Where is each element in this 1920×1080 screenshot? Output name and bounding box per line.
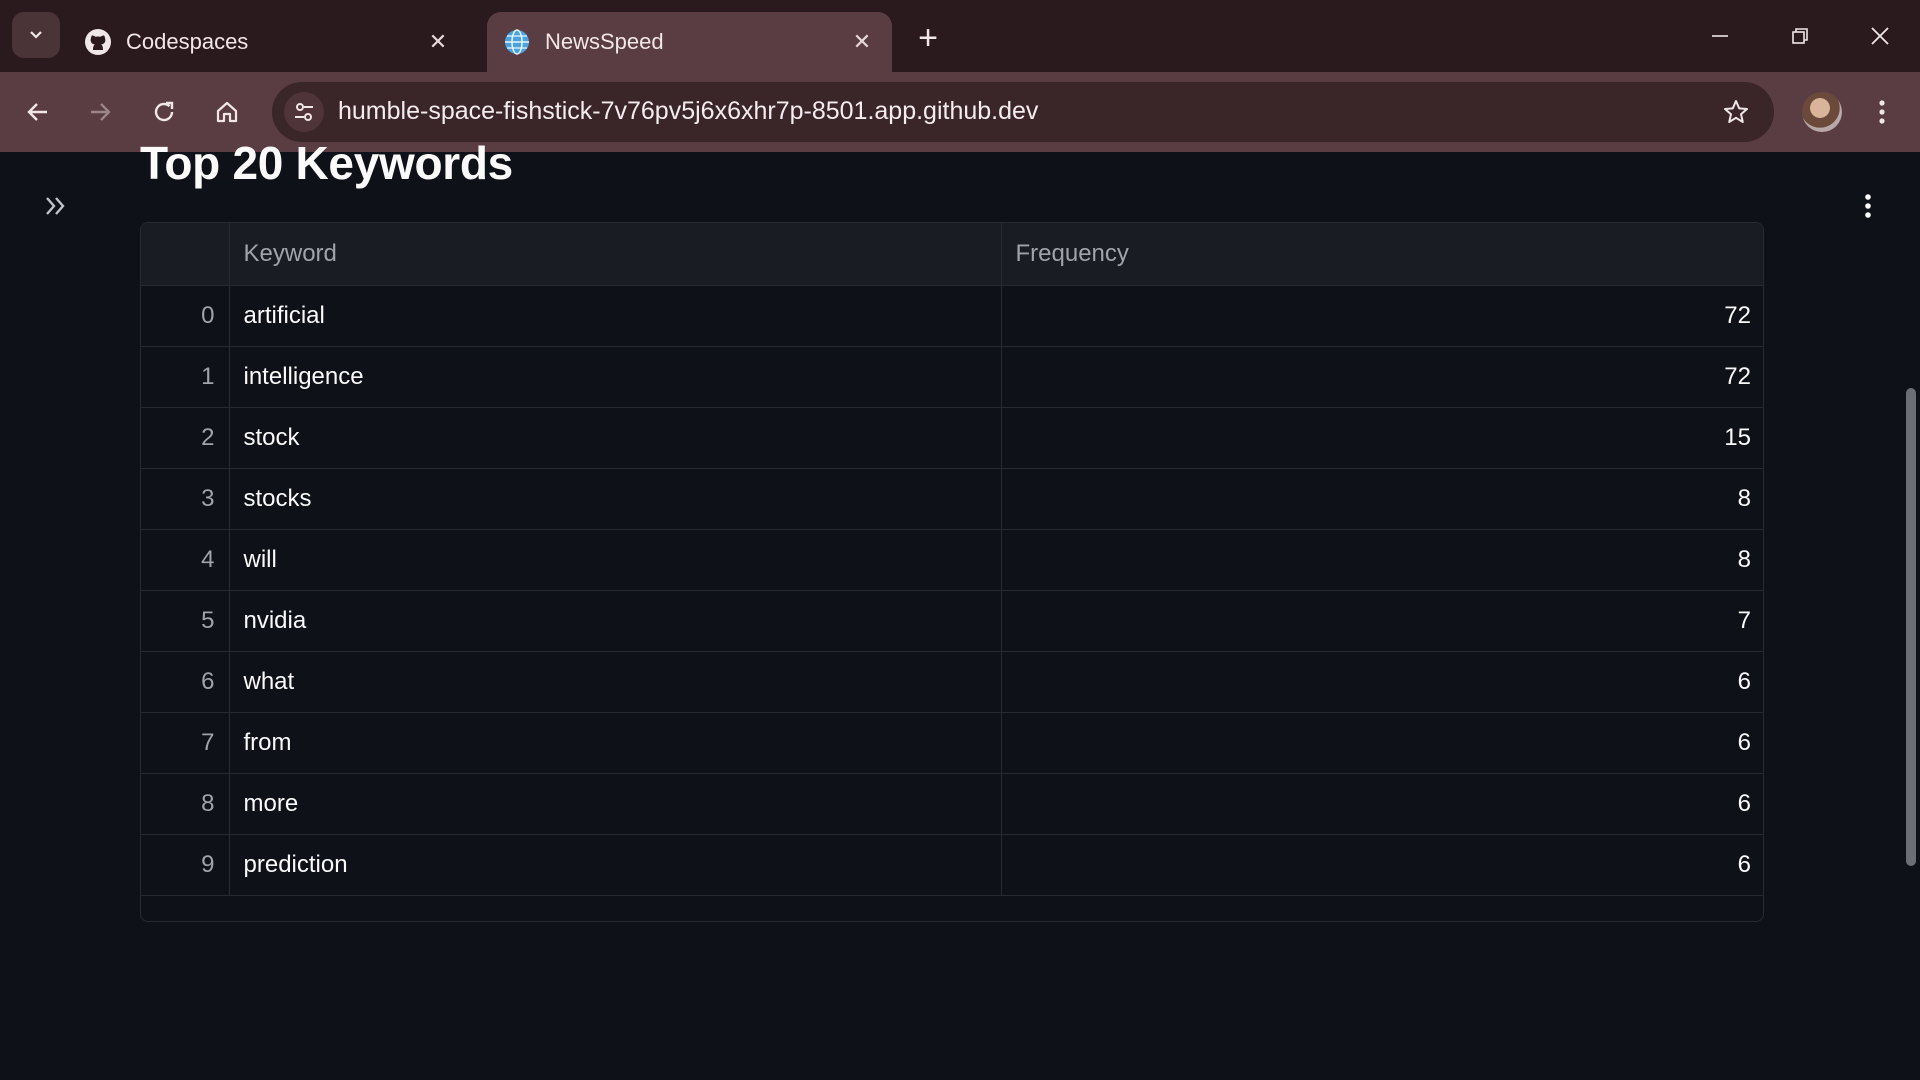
- frequency-cell[interactable]: 6: [1001, 651, 1763, 713]
- row-index: 3: [141, 468, 230, 530]
- tab-newsspeed[interactable]: NewsSpeed ✕: [487, 12, 892, 72]
- row-index: 2: [141, 407, 230, 469]
- page-title: Top 20 Keywords: [140, 137, 513, 189]
- frequency-cell[interactable]: 7: [1001, 590, 1763, 652]
- frequency-cell[interactable]: 72: [1001, 346, 1763, 408]
- table-row[interactable]: 9 prediction 6: [141, 834, 1763, 896]
- table-row[interactable]: 7 from 6: [141, 712, 1763, 774]
- arrow-right-icon: [91, 103, 111, 121]
- table-header-row: Keyword Frequency: [141, 223, 1763, 286]
- url-text[interactable]: humble-space-fishstick-7v76pv5j6x6xhr7p-…: [338, 97, 1038, 126]
- restore-icon: [1792, 28, 1808, 44]
- keyword-cell[interactable]: artificial: [229, 285, 1002, 347]
- profile-avatar[interactable]: [1802, 92, 1842, 132]
- keyword-cell[interactable]: stock: [229, 407, 1002, 469]
- globe-icon: [503, 28, 531, 56]
- keyword-cell[interactable]: nvidia: [229, 590, 1002, 652]
- table-row[interactable]: 3 stocks 8: [141, 468, 1763, 530]
- table-row[interactable]: 5 nvidia 7: [141, 590, 1763, 652]
- restore-button[interactable]: [1770, 12, 1830, 60]
- frequency-cell[interactable]: 8: [1001, 468, 1763, 530]
- frequency-cell[interactable]: 15: [1001, 407, 1763, 469]
- main-menu-button[interactable]: [1850, 188, 1886, 224]
- table-row[interactable]: 1 intelligence 72: [141, 346, 1763, 408]
- close-window-button[interactable]: [1850, 12, 1910, 60]
- bookmark-button[interactable]: [1718, 94, 1754, 130]
- reload-button[interactable]: [144, 92, 184, 132]
- frequency-cell[interactable]: 6: [1001, 712, 1763, 774]
- close-icon: [1871, 27, 1889, 45]
- tab-title: NewsSpeed: [545, 29, 664, 54]
- frequency-cell[interactable]: 6: [1001, 773, 1763, 835]
- address-bar[interactable]: humble-space-fishstick-7v76pv5j6x6xhr7p-…: [272, 82, 1774, 142]
- table-row[interactable]: 0 artificial 72: [141, 285, 1763, 347]
- keyword-cell[interactable]: from: [229, 712, 1002, 774]
- double-chevron-right-icon: [46, 197, 65, 215]
- table-row[interactable]: 4 will 8: [141, 529, 1763, 591]
- table-row[interactable]: 2 stock 15: [141, 407, 1763, 469]
- sidebar-expand-button[interactable]: [38, 188, 74, 224]
- more-vert-icon: [1879, 100, 1885, 124]
- close-icon[interactable]: ✕: [424, 28, 452, 56]
- minimize-button[interactable]: [1690, 12, 1750, 60]
- close-icon[interactable]: ✕: [848, 28, 876, 56]
- keyword-cell[interactable]: what: [229, 651, 1002, 713]
- new-tab-button[interactable]: +: [908, 18, 948, 58]
- tab-codespaces[interactable]: Codespaces ✕: [68, 12, 468, 72]
- row-index: 4: [141, 529, 230, 591]
- home-button[interactable]: [207, 92, 247, 132]
- keyword-cell[interactable]: prediction: [229, 834, 1002, 896]
- keywords-dataframe[interactable]: Keyword Frequency 0 artificial 72 1 inte…: [140, 222, 1764, 922]
- frequency-cell[interactable]: 6: [1001, 834, 1763, 896]
- github-icon: [84, 28, 112, 56]
- row-index: 1: [141, 346, 230, 408]
- tune-icon: [295, 103, 313, 121]
- back-button[interactable]: [18, 92, 58, 132]
- browser-menu-button[interactable]: [1864, 92, 1900, 132]
- keyword-cell[interactable]: more: [229, 773, 1002, 835]
- table-row[interactable]: 6 what 6: [141, 651, 1763, 713]
- column-header-frequency[interactable]: Frequency: [1001, 223, 1763, 286]
- tab-title: Codespaces: [126, 29, 249, 54]
- table-row[interactable]: 8 more 6: [141, 773, 1763, 835]
- page-scrollbar[interactable]: [1906, 388, 1916, 866]
- minimize-icon: [1712, 35, 1728, 37]
- home-icon: [216, 101, 238, 123]
- frequency-cell[interactable]: 72: [1001, 285, 1763, 347]
- keyword-cell[interactable]: stocks: [229, 468, 1002, 530]
- star-icon: [1724, 100, 1748, 123]
- keyword-cell[interactable]: intelligence: [229, 346, 1002, 408]
- keyword-cell[interactable]: will: [229, 529, 1002, 591]
- keywords-table: Keyword Frequency 0 artificial 72 1 inte…: [141, 223, 1763, 896]
- row-index: 9: [141, 834, 230, 896]
- row-index: 0: [141, 285, 230, 347]
- row-index: 8: [141, 773, 230, 835]
- tab-search-button[interactable]: [12, 12, 60, 58]
- reload-icon: [154, 101, 174, 122]
- site-info-button[interactable]: [284, 92, 324, 132]
- tab-bar: Codespaces ✕ NewsSpeed ✕ +: [0, 0, 1920, 72]
- chevron-down-icon: [30, 31, 42, 39]
- forward-button[interactable]: [80, 92, 120, 132]
- index-header: [141, 223, 230, 286]
- row-index: 5: [141, 590, 230, 652]
- row-index: 6: [141, 651, 230, 713]
- more-vert-icon: [1865, 194, 1871, 218]
- arrow-left-icon: [27, 103, 47, 121]
- row-index: 7: [141, 712, 230, 774]
- column-header-keyword[interactable]: Keyword: [229, 223, 1002, 286]
- frequency-cell[interactable]: 8: [1001, 529, 1763, 591]
